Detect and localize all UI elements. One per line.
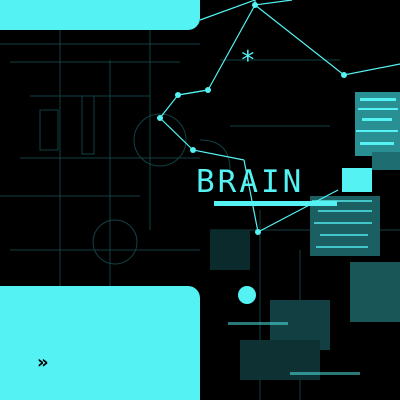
- right-accent-block: [342, 168, 372, 192]
- data-noise-blocks: [210, 92, 400, 380]
- title-text: BRAIN: [196, 164, 305, 200]
- artwork-canvas: * BRAIN »: [0, 0, 400, 400]
- chevron-double-right-icon: »: [37, 352, 49, 373]
- bottom-left-panel: [0, 286, 200, 400]
- large-dot: [238, 286, 256, 304]
- title-underline: [214, 201, 337, 206]
- asterisk-symbol: *: [240, 46, 256, 76]
- top-left-panel: [0, 0, 200, 30]
